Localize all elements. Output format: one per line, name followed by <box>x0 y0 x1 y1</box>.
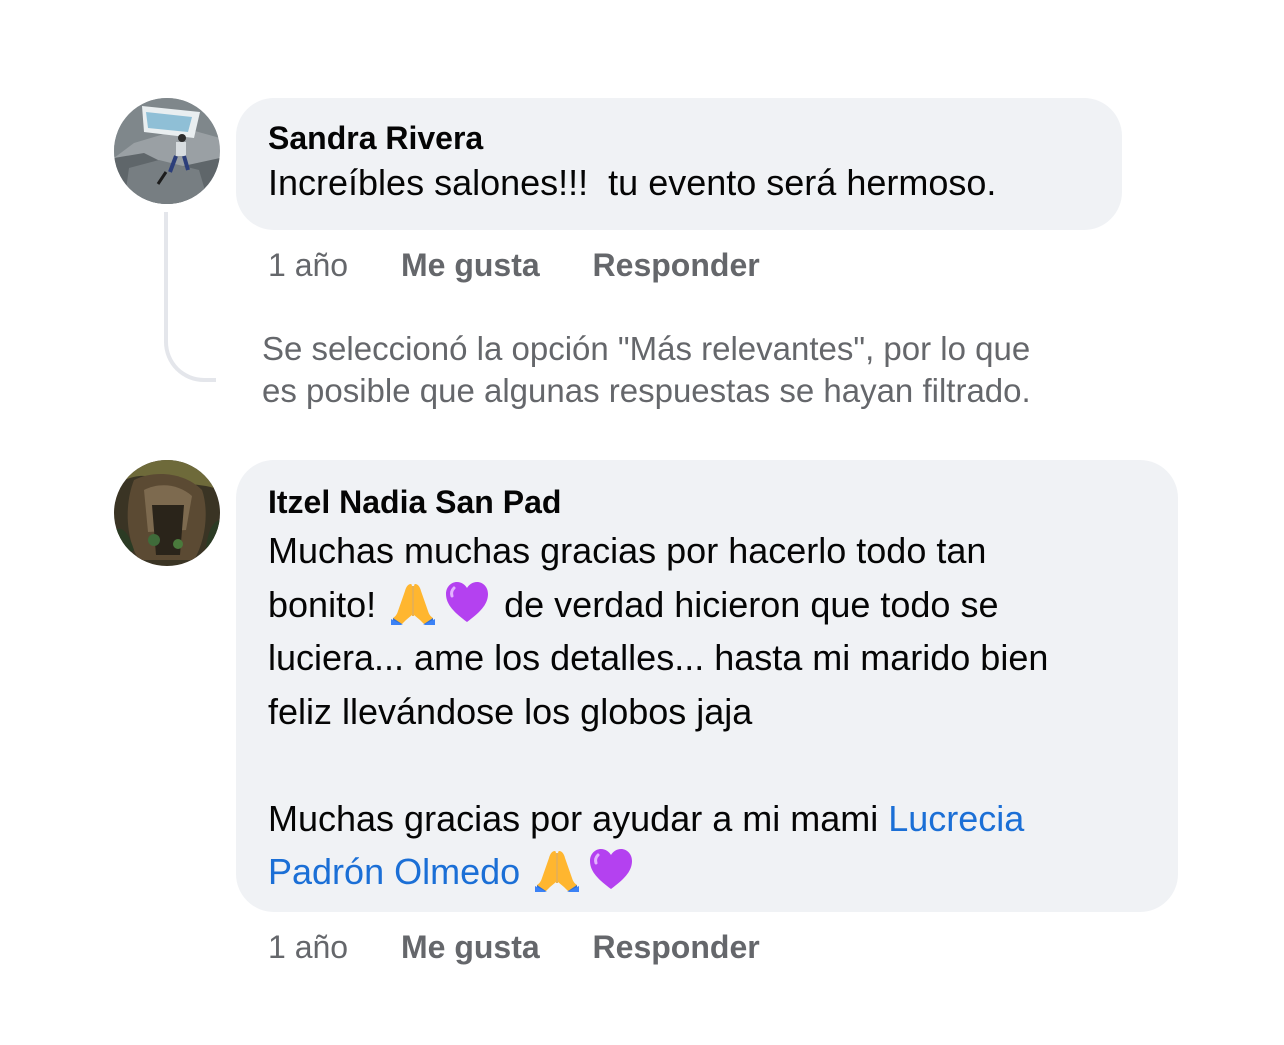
comment-line: luciera... ame los detalles... hasta mi … <box>268 637 1049 678</box>
reply-thread-line <box>164 212 216 382</box>
comment-actions: 1 año Me gusta Responder <box>268 927 804 967</box>
profile-photo <box>114 460 220 566</box>
reply-button[interactable]: Responder <box>593 927 760 967</box>
comment-bubble: Sandra Rivera Increíbles salones!!! tu e… <box>236 98 1122 230</box>
comment-line: bonito! de verdad hicieron que todo se <box>268 578 1146 632</box>
like-button[interactable]: Me gusta <box>401 245 540 285</box>
comment-line: Muchas muchas gracias por hacerlo todo t… <box>268 530 987 571</box>
reply-button[interactable]: Responder <box>593 245 760 285</box>
comment-segment: bonito! <box>268 583 377 625</box>
comment-text: Increíbles salones!!! tu evento será her… <box>268 162 997 203</box>
comment-timestamp[interactable]: 1 año <box>268 245 348 285</box>
mention-link[interactable]: Padrón Olmedo <box>268 851 520 892</box>
comment-author[interactable]: Sandra Rivera <box>268 118 1090 158</box>
comment-text: Muchas muchas gracias por hacerlo todo t… <box>268 524 1146 899</box>
comment-bubble: Itzel Nadia San Pad Muchas muchas gracia… <box>236 460 1178 912</box>
comment-segment: de verdad hicieron que todo se <box>504 583 999 625</box>
avatar-sandra-rivera[interactable] <box>114 98 220 204</box>
comment-timestamp[interactable]: 1 año <box>268 927 348 967</box>
purple-heart-icon <box>587 845 635 893</box>
profile-photo <box>114 98 220 204</box>
mention-link[interactable]: Lucrecia <box>888 798 1024 839</box>
filter-notice-line: Se seleccionó la opción "Más relevantes"… <box>262 330 1031 367</box>
comment-actions: 1 año Me gusta Responder <box>268 245 804 285</box>
like-button[interactable]: Me gusta <box>401 927 540 967</box>
comment-author[interactable]: Itzel Nadia San Pad <box>268 482 1146 522</box>
filter-notice: Se seleccionó la opción "Más relevantes"… <box>262 328 1182 412</box>
purple-heart-icon <box>443 578 491 626</box>
comment-line: Muchas gracias por ayudar a mi mami Lucr… <box>268 792 1146 846</box>
comment-line: feliz llevándose los globos jaja <box>268 690 753 732</box>
comment-segment: Muchas gracias por ayudar a mi mami <box>268 797 879 839</box>
avatar-itzel-nadia[interactable] <box>114 460 220 566</box>
comment-line: Padrón Olmedo <box>268 845 1146 899</box>
filter-notice-line: es posible que algunas respuestas se hay… <box>262 372 1031 409</box>
folded-hands-icon <box>533 845 581 893</box>
folded-hands-icon <box>389 578 437 626</box>
